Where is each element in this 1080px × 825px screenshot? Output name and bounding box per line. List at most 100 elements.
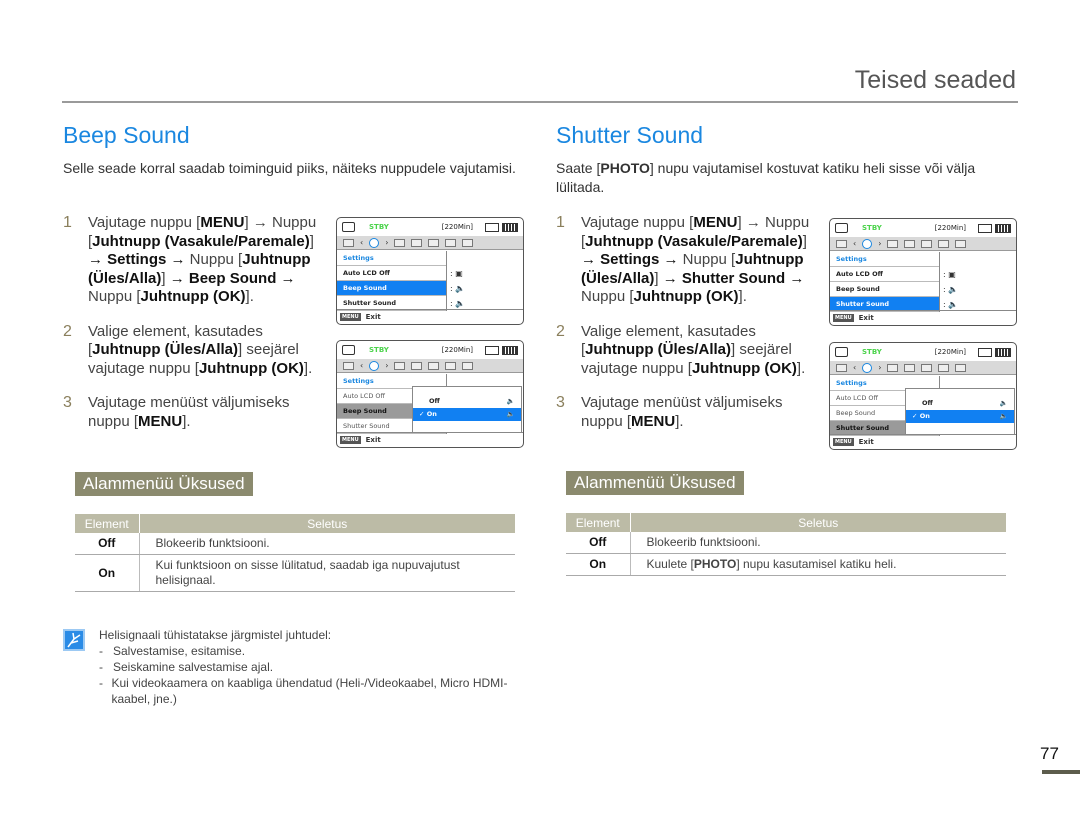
menu-values: : ▣: 🔈: 🔈: [943, 270, 959, 309]
speaker-icon: 🔈: [506, 397, 515, 405]
menu-header: Settings: [337, 251, 446, 266]
tab-icon: [938, 239, 950, 248]
menu-header: Settings: [830, 252, 939, 267]
lcd-screen-beep-popup: STBY [220Min] ‹ › Settings Auto LCD Off Be…: [336, 340, 524, 448]
lcd-screen-beep-menu: STBY [220Min] ‹ › Settings Auto LCD Off Be…: [336, 217, 524, 325]
step-text: Vajutage menüüst väljumiseks nuppu [MENU…: [88, 394, 290, 430]
menu-item: Auto LCD Off: [830, 267, 939, 282]
remaining-time: [220Min]: [441, 346, 473, 354]
option-on: ✓ On 🔈: [906, 410, 1014, 423]
status-text: STBY: [862, 348, 882, 356]
memory-card-icon: [485, 222, 499, 232]
note-item: - Kui videokaamera on kaabliga ühendatud …: [99, 676, 508, 706]
cell-description: Kuulete [PHOTO] nupu kasutamisel katiku …: [630, 553, 1006, 576]
gear-icon: [862, 362, 873, 373]
cell-element: Off: [566, 532, 631, 554]
tab-icon: [343, 361, 354, 370]
camera-mode-icon: [342, 345, 355, 355]
chevron-left-icon: ‹: [360, 361, 364, 370]
tab-icon: [955, 363, 967, 372]
page-number: 77: [1040, 744, 1059, 763]
header-rule: [62, 101, 1018, 103]
step-text: Vajutage nuppu [MENU] → Nuppu [Juhtnupp …: [581, 214, 810, 305]
battery-icon: [995, 223, 1011, 233]
menu-item: Beep Sound: [337, 281, 446, 296]
lcd-footer: MENU Exit: [830, 310, 1016, 325]
menu-key-icon: MENU: [340, 436, 361, 444]
memory-card-icon: [978, 347, 992, 357]
step-text: Vajutage menüüst väljumiseks nuppu [MENU…: [581, 394, 783, 430]
menu-key-icon: MENU: [833, 314, 854, 322]
step-number: 3: [63, 394, 72, 411]
chevron-right-icon: ›: [878, 363, 882, 372]
settings-menu: Settings Auto LCD Off Beep Sound Shutter So…: [830, 252, 940, 312]
menu-tabs: ‹ ›: [337, 359, 523, 373]
gear-icon: [369, 360, 380, 371]
step-text: Vajutage nuppu [MENU] → Nuppu [Juhtnupp …: [88, 214, 317, 305]
step-number: 1: [556, 214, 565, 231]
column-header-description: Seletus: [630, 513, 1006, 532]
step-number: 3: [556, 394, 565, 411]
status-text: STBY: [369, 223, 389, 231]
step-item: 2 Valige element, kasutades [Juhtnupp (Ül…: [63, 323, 333, 379]
section-intro: Selle seade korral saadab toiminguid pii…: [63, 160, 516, 176]
menu-item: Auto LCD Off: [337, 266, 446, 281]
exit-label: Exit: [858, 438, 874, 446]
chevron-left-icon: ‹: [853, 239, 857, 248]
speaker-icon: 🔈: [506, 410, 515, 418]
step-text: Valige element, kasutades [Juhtnupp (Üle…: [88, 322, 313, 377]
status-text: STBY: [862, 224, 882, 232]
remaining-time: [220Min]: [934, 348, 966, 356]
menu-values: : ▣: 🔈: 🔈: [450, 269, 466, 308]
tab-icon: [343, 238, 354, 247]
tab-icon: [462, 361, 474, 370]
page-number-bar: [1042, 770, 1080, 774]
step-text: Valige element, kasutades [Juhtnupp (Üle…: [581, 322, 806, 377]
tab-icon: [921, 363, 933, 372]
tab-icon: [445, 238, 457, 247]
submenu-title: Alammenüü Üksused: [75, 472, 253, 496]
section-title: Beep Sound: [63, 122, 190, 148]
cell-description: Blokeerib funktsiooni.: [139, 533, 515, 555]
column-header-description: Seletus: [139, 514, 515, 533]
section-intro: Saate [PHOTO] nupu vajutamisel kostuvat …: [556, 160, 976, 195]
speaker-icon: 🔈: [999, 412, 1008, 420]
menu-key-icon: MENU: [833, 438, 854, 446]
table-row: On Kui funktsioon on sisse lülitatud, sa…: [75, 554, 515, 592]
menu-item: Beep Sound: [830, 282, 939, 297]
cell-element: Off: [75, 533, 140, 555]
page-header-title: Teised seaded: [854, 66, 1016, 94]
chevron-right-icon: ›: [878, 239, 882, 248]
step-item: 3 Vajutage menüüst väljumiseks nuppu [MEN…: [63, 394, 333, 431]
tab-icon: [445, 361, 457, 370]
beep-submenu-table: Element Seletus Off Blokeerib funktsioon…: [75, 514, 515, 592]
memory-card-icon: [978, 223, 992, 233]
chevron-right-icon: ›: [385, 238, 389, 247]
lcd-footer: MENU Exit: [337, 309, 523, 324]
remaining-time: [220Min]: [934, 224, 966, 232]
tab-icon: [938, 363, 950, 372]
speaker-icon: 🔈: [999, 399, 1008, 407]
steps-list: 1 Vajutage nuppu [MENU] → Nuppu [Juhtnupp…: [556, 214, 826, 447]
gear-icon: [369, 237, 380, 248]
section-title: Shutter Sound: [556, 122, 704, 148]
tab-icon: [411, 238, 423, 247]
tab-icon: [904, 363, 916, 372]
table-row: Off Blokeerib funktsiooni.: [566, 532, 1006, 554]
cell-description: Blokeerib funktsiooni.: [630, 532, 1006, 554]
steps-list: 1 Vajutage nuppu [MENU] → Nuppu [Juhtnupp…: [63, 214, 333, 447]
camera-mode-icon: [342, 222, 355, 232]
lcd-screen-shutter-menu: STBY [220Min] ‹ › Settings Auto LCD Off Be…: [829, 218, 1017, 326]
memory-card-icon: [485, 345, 499, 355]
settings-menu: Settings Auto LCD Off Beep Sound Shutter So…: [337, 251, 447, 311]
battery-icon: [502, 345, 518, 355]
menu-tabs: ‹ ›: [830, 237, 1016, 251]
step-item: 1 Vajutage nuppu [MENU] → Nuppu [Juhtnupp…: [63, 214, 333, 307]
tab-icon: [394, 238, 406, 247]
shutter-sound-section: Shutter Sound Saate [PHOTO] nupu vajutam…: [556, 122, 1026, 430]
menu-key-icon: MENU: [340, 313, 361, 321]
submenu-title: Alammenüü Üksused: [566, 471, 744, 495]
tab-icon: [428, 238, 440, 247]
step-item: 3 Vajutage menüüst väljumiseks nuppu [MEN…: [556, 394, 826, 431]
cell-element: On: [75, 554, 140, 592]
